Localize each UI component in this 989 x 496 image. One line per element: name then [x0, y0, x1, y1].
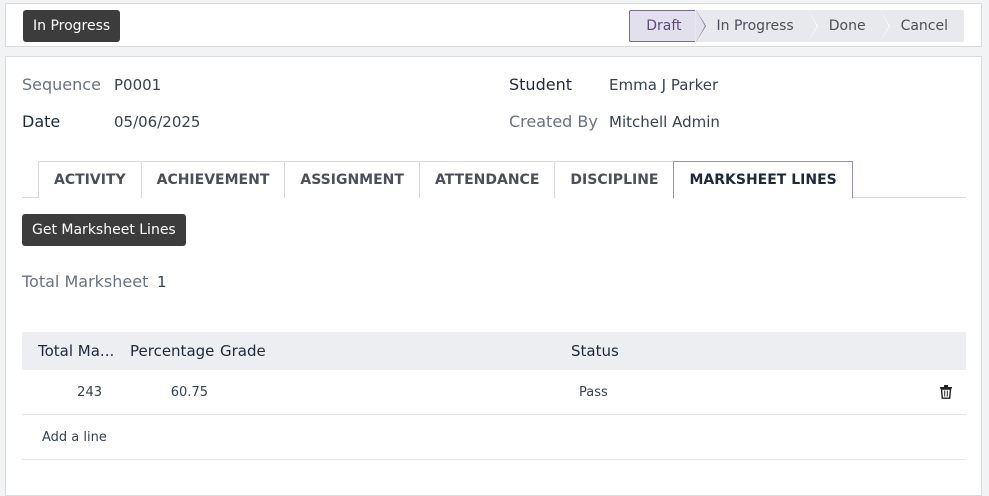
tab-achievement[interactable]: ACHIEVEMENT: [140, 161, 286, 198]
date-label: Date: [22, 112, 61, 131]
tab-discipline[interactable]: DISCIPLINE: [554, 161, 675, 198]
tab-assignment[interactable]: ASSIGNMENT: [284, 161, 420, 198]
column-total-marks[interactable]: Total Ma...: [22, 342, 122, 360]
column-percentage[interactable]: Percentage: [122, 342, 214, 360]
stage-cancel[interactable]: Cancel: [878, 10, 964, 42]
notebook-tabs: ACTIVITY ACHIEVEMENT ASSIGNMENT ATTENDAN…: [22, 161, 966, 199]
stage-draft[interactable]: Draft: [629, 10, 706, 42]
trash-icon[interactable]: [919, 385, 966, 400]
get-marksheet-lines-button[interactable]: Get Marksheet Lines: [22, 214, 186, 246]
student-value[interactable]: Emma J Parker: [609, 76, 718, 94]
created-by-label: Created By: [509, 112, 598, 131]
total-marksheet-value: 1: [157, 273, 167, 291]
total-marksheet-label: Total Marksheet: [22, 272, 149, 291]
control-panel: In Progress Draft In Progress Done Cance…: [5, 3, 982, 47]
cell-status: Pass: [579, 384, 608, 400]
marksheet-lines-table: Total Ma... Percentage Grade Status 243 …: [22, 332, 966, 460]
table-header: Total Ma... Percentage Grade Status: [22, 332, 966, 370]
student-label: Student: [509, 75, 572, 94]
cell-total-marks: 243: [77, 384, 102, 400]
cell-percentage: 60.75: [170, 384, 208, 400]
add-a-line-link[interactable]: Add a line: [22, 415, 966, 460]
tab-marksheet-lines[interactable]: MARKSHEET LINES: [673, 161, 853, 199]
form-sheet: Sequence P0001 Student Emma J Parker Dat…: [5, 56, 982, 496]
sequence-label: Sequence: [22, 75, 101, 94]
created-by-value: Mitchell Admin: [609, 113, 720, 131]
stage-in-progress[interactable]: In Progress: [694, 10, 818, 42]
sequence-value: P0001: [114, 76, 162, 94]
tab-activity[interactable]: ACTIVITY: [38, 161, 142, 198]
date-value[interactable]: 05/06/2025: [114, 113, 200, 131]
tab-attendance[interactable]: ATTENDANCE: [418, 161, 556, 198]
column-status[interactable]: Status: [559, 342, 919, 360]
column-grade[interactable]: Grade: [214, 342, 559, 360]
in-progress-button[interactable]: In Progress: [23, 10, 121, 42]
table-row[interactable]: 243 60.75 Pass: [22, 370, 966, 415]
status-bar: Draft In Progress Done Cancel: [629, 10, 964, 42]
